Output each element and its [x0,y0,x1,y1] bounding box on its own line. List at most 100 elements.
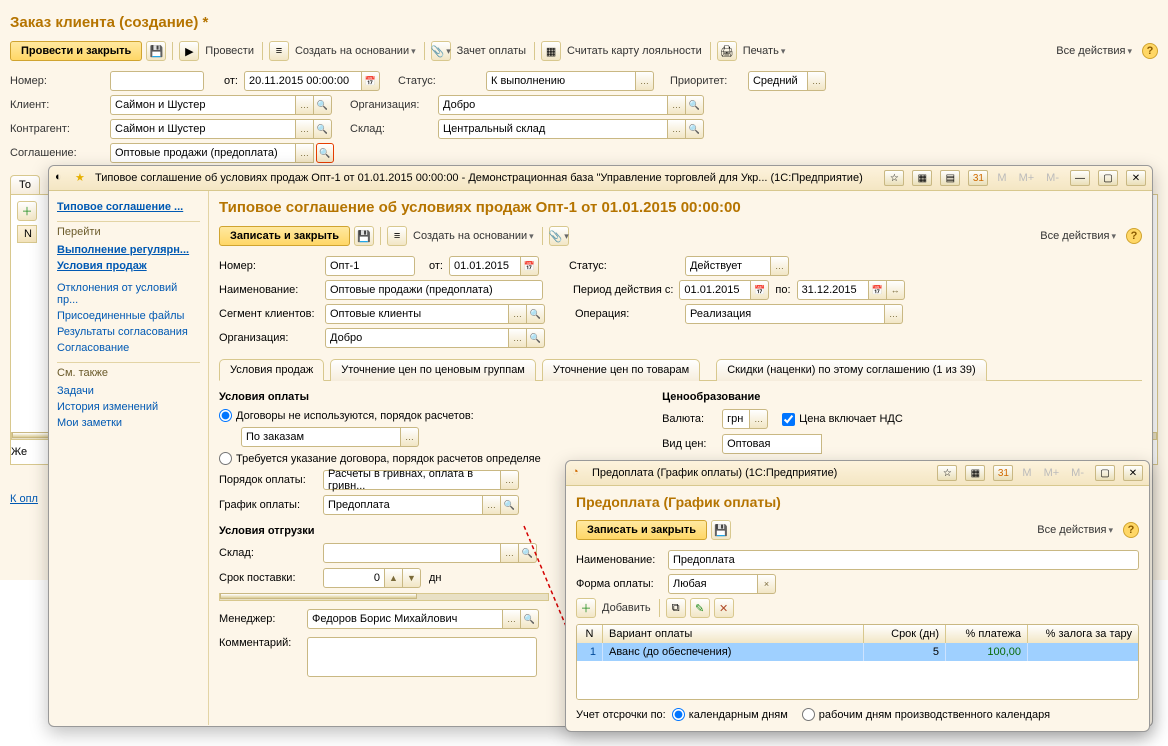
org-field[interactable]: Добро [438,95,668,115]
price-type-field[interactable]: Оптовая [722,434,822,454]
edit-icon[interactable]: ✎ [690,598,710,618]
magnifier-icon[interactable]: 🔍 [314,95,332,115]
segment-field[interactable]: Оптовые клиенты [325,304,509,324]
restore-icon[interactable]: ▢ [1095,465,1115,481]
side-link-deviations[interactable]: Отклонения от условий пр... [57,280,200,308]
th-variant[interactable]: Вариант оплаты [603,625,864,643]
tab-terms[interactable]: Условия продаж [219,359,324,381]
calendar-icon[interactable]: 📅 [869,280,887,300]
add-icon[interactable]: ＋ [576,598,596,618]
help-icon[interactable]: ? [1123,522,1139,538]
side-link-files[interactable]: Присоединенные файлы [57,308,200,324]
comment-field[interactable] [307,637,537,677]
open-agreement-icon[interactable]: 🔍 [316,143,334,163]
choose-icon[interactable]: … [501,470,519,490]
maximize-icon[interactable]: ▢ [1098,170,1118,186]
tab-price-groups[interactable]: Уточнение цен по ценовым группам [330,359,536,381]
number-field[interactable]: Опт-1 [325,256,415,276]
grid-icon[interactable]: ▦ [912,170,932,186]
magnifier-icon[interactable]: 🔍 [521,609,539,629]
help-icon[interactable]: ? [1126,228,1142,244]
manager-field[interactable]: Федоров Борис Михайлович [307,609,503,629]
choose-icon[interactable]: … [636,71,654,91]
warehouse-field[interactable] [323,543,501,563]
choose-icon[interactable]: … [885,304,903,324]
save-and-close-button[interactable]: Записать и закрыть [219,226,350,246]
list-icon[interactable]: ≡ [269,41,289,61]
save-and-close-button[interactable]: Записать и закрыть [576,520,707,540]
magnifier-icon[interactable]: 🔍 [527,328,545,348]
read-card-button[interactable]: Считать карту лояльности [565,43,704,59]
create-on-basis-dropdown[interactable]: Создать на основании [411,228,536,244]
status-field[interactable]: Действует [685,256,771,276]
table-row[interactable]: 1 Аванс (до обеспечения) 5 100,00 [577,643,1138,661]
tab-goods[interactable]: То [10,175,40,194]
choose-icon[interactable]: … [296,95,314,115]
payform-field[interactable]: Любая [668,574,758,594]
copy-icon[interactable]: ⧉ [666,598,686,618]
side-link-history[interactable]: История изменений [57,399,200,415]
all-actions-dropdown[interactable]: Все действия [1035,522,1115,538]
expand-icon[interactable]: ↔ [887,280,905,300]
clear-icon[interactable]: × [758,574,776,594]
choose-icon[interactable]: … [296,119,314,139]
minimize-icon[interactable]: — [1070,170,1090,186]
choose-icon[interactable]: … [668,119,686,139]
delete-icon[interactable]: ✕ [714,598,734,618]
choose-icon[interactable]: … [668,95,686,115]
period-to-field[interactable]: 31.12.2015 [797,280,869,300]
all-actions-dropdown[interactable]: Все действия [1054,43,1134,59]
help-icon[interactable]: ? [1142,43,1158,59]
magnifier-icon[interactable]: 🔍 [519,543,537,563]
save-icon[interactable]: 💾 [354,226,374,246]
radio-contract-required[interactable]: Требуется указание договора, порядок рас… [219,452,541,465]
choose-icon[interactable]: … [509,304,527,324]
choose-icon[interactable]: … [501,543,519,563]
choose-icon[interactable]: … [503,609,521,629]
spin-down-icon[interactable]: ▼ [403,568,421,588]
to-payment-link[interactable]: К опл [10,493,38,505]
save-icon[interactable]: 💾 [711,520,731,540]
settlement-order-field[interactable]: По заказам [241,427,401,447]
magnifier-icon[interactable]: 🔍 [527,304,545,324]
star-icon[interactable]: ★ [75,171,89,185]
magnifier-icon[interactable]: 🔍 [314,119,332,139]
th-percent[interactable]: % платежа [946,625,1028,643]
operation-field[interactable]: Реализация [685,304,885,324]
th-deposit[interactable]: % залога за тару [1028,625,1138,643]
close-icon[interactable]: ✕ [1126,170,1146,186]
radio-calendar-days[interactable]: календарным дням [672,708,788,721]
spin-up-icon[interactable]: ▲ [385,568,403,588]
client-field[interactable]: Саймон и Шустер [110,95,296,115]
side-link-agree[interactable]: Согласование [57,340,200,356]
save-icon[interactable]: 💾 [146,41,166,61]
magnifier-icon[interactable]: 🔍 [686,95,704,115]
list-icon[interactable]: ≡ [387,226,407,246]
calc-icon[interactable]: ▤ [940,170,960,186]
fav-icon[interactable]: ☆ [884,170,904,186]
tab-discounts[interactable]: Скидки (наценки) по этому соглашению (1 … [716,359,987,381]
cal-icon[interactable]: 31 [968,170,988,186]
pay-schedule-field[interactable]: Предоплата [323,495,483,515]
side-link-notes[interactable]: Мои заметки [57,415,200,431]
side-link-terms[interactable]: Условия продаж [57,258,200,274]
side-link-tasks[interactable]: Задачи [57,383,200,399]
post-icon[interactable]: ▶ [179,41,199,61]
card-icon[interactable]: ▦ [541,41,561,61]
org-field[interactable]: Добро [325,328,509,348]
offset-payment-button[interactable]: Зачет оплаты [455,43,528,59]
post-and-close-button[interactable]: Провести и закрыть [10,41,142,61]
choose-icon[interactable]: … [401,427,419,447]
choose-icon[interactable]: … [483,495,501,515]
status-field[interactable]: К выполнению [486,71,636,91]
dropdown-icon[interactable]: ◐ [55,171,69,185]
choose-icon[interactable]: … [808,71,826,91]
post-button[interactable]: Провести [203,43,256,59]
open-schedule-icon[interactable]: 🔍 [501,495,519,515]
choose-icon[interactable]: … [296,143,314,163]
th-n[interactable]: N [577,625,603,643]
period-from-field[interactable]: 01.01.2015 [679,280,751,300]
create-on-basis-dropdown[interactable]: Создать на основании [293,43,418,59]
agreement-field[interactable]: Оптовые продажи (предоплата) [110,143,296,163]
attach-icon[interactable]: 📎 [431,41,451,61]
